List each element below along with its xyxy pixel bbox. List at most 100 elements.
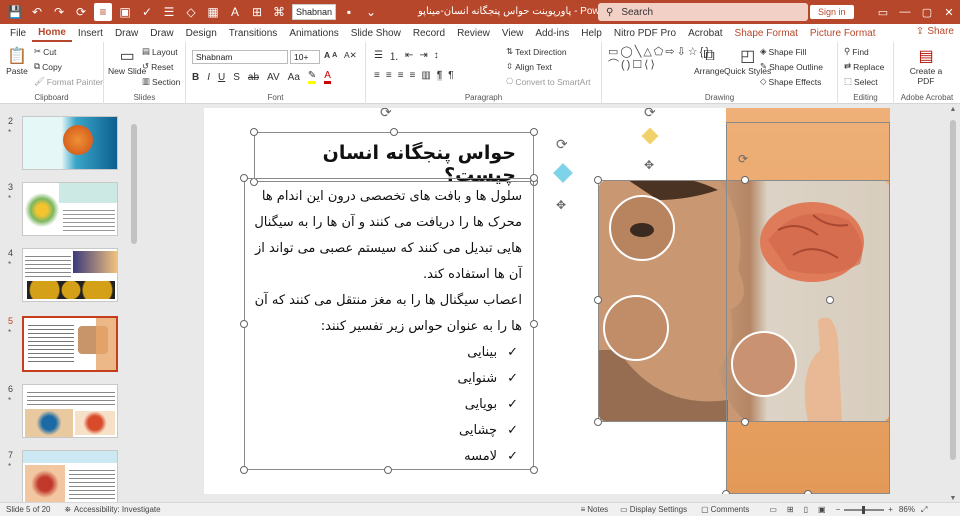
tab-record[interactable]: Record — [407, 24, 451, 42]
align-right-icon[interactable]: ≡ — [398, 70, 404, 81]
tab-insert[interactable]: Insert — [72, 24, 109, 42]
normal-view-icon[interactable]: ▭ — [769, 505, 777, 514]
justify-icon[interactable]: ≡ — [410, 70, 416, 81]
touch-mode-icon[interactable]: ☰ — [160, 3, 178, 21]
small-shape-diamond[interactable] — [641, 127, 659, 145]
replace-button[interactable]: ⇄ Replace — [844, 61, 884, 72]
comments-button[interactable]: ▢ Comments — [701, 505, 749, 514]
format-icon[interactable]: ⌘ — [270, 3, 288, 21]
display-settings-button[interactable]: ▭ Display Settings — [620, 505, 687, 514]
resize-handle[interactable] — [530, 466, 538, 474]
smartart-button[interactable]: ⎔ Convert to SmartArt — [506, 76, 591, 87]
thumbnail-scrollbar[interactable] — [130, 104, 138, 502]
copy-button[interactable]: ⧉ Copy — [34, 61, 62, 72]
text-direction-button[interactable]: ⇅ Text Direction — [506, 46, 567, 57]
layout-button[interactable]: ▤ Layout — [142, 46, 178, 57]
tab-picture-format[interactable]: Picture Format — [804, 24, 882, 42]
ltr-icon[interactable]: ¶ — [448, 70, 453, 81]
tab-help[interactable]: Help — [575, 24, 608, 42]
underline-icon[interactable]: U — [218, 72, 225, 83]
align-right-icon[interactable]: ≡ — [94, 3, 112, 21]
text-box-icon[interactable]: A — [226, 3, 244, 21]
font-size-dropdown[interactable]: 10+ — [290, 50, 320, 64]
arrange-button[interactable]: ⧉ Arrange — [694, 46, 724, 76]
scroll-down-icon[interactable]: ▼ — [948, 495, 958, 502]
slide-thumbnail-4[interactable] — [22, 248, 118, 302]
tab-add-ins[interactable]: Add-ins — [529, 24, 575, 42]
cut-button[interactable]: ✂ Cut — [34, 46, 56, 57]
tab-design[interactable]: Design — [180, 24, 223, 42]
slide-sorter-icon[interactable]: ⊞ — [787, 505, 794, 514]
zoom-out-icon[interactable]: − — [836, 505, 841, 514]
close-icon[interactable]: ✕ — [938, 0, 960, 24]
tab-draw-2[interactable]: Draw — [144, 24, 179, 42]
bold-icon[interactable]: B — [192, 72, 199, 83]
slide-thumbnail-7[interactable] — [22, 450, 118, 504]
shapes-gallery[interactable]: ▭◯╲△⬠⇨⇩☆{}⌒()☐⟨⟩ — [608, 46, 709, 84]
tab-animations[interactable]: Animations — [283, 24, 344, 42]
fit-to-window-icon[interactable]: ⤢ — [921, 505, 927, 515]
rotate-handle-icon[interactable]: ⟳ — [738, 152, 748, 166]
find-button[interactable]: ⚲ Find — [844, 46, 869, 57]
strikethrough-icon[interactable]: ab — [248, 72, 259, 83]
repeat-icon[interactable]: ⟳ — [72, 3, 90, 21]
case-icon[interactable]: Aa — [288, 72, 300, 83]
slide-thumbnail-6[interactable] — [22, 384, 118, 438]
redo-icon[interactable]: ↷ — [50, 3, 68, 21]
highlight-icon[interactable]: ✎ — [307, 70, 317, 84]
move-icon[interactable]: ✥ — [644, 158, 654, 172]
tab-view[interactable]: View — [496, 24, 530, 42]
slide-canvas[interactable]: ⟳ ⟳ ⟳ ⟳ ✥ ✥ حواس پنجگانه انسان چیست؟ سلو… — [204, 108, 890, 494]
spelling-icon[interactable]: ✓ — [138, 3, 156, 21]
shapes-icon[interactable]: ◇ — [182, 3, 200, 21]
slide-body[interactable]: سلول ها و بافت های تخصصی درون این اندام … — [244, 184, 522, 470]
tab-nitro[interactable]: Nitro PDF Pro — [608, 24, 682, 42]
tab-slide-show[interactable]: Slide Show — [345, 24, 407, 42]
tab-review[interactable]: Review — [451, 24, 496, 42]
columns-icon[interactable]: ▥ — [421, 70, 430, 81]
create-pdf-button[interactable]: ▤ Create a PDF — [904, 46, 948, 86]
numbering-icon[interactable]: ⒈ — [389, 48, 399, 63]
spacing-icon[interactable]: AV — [267, 72, 280, 83]
share-button[interactable]: ⇪ Share — [916, 26, 954, 37]
resize-handle[interactable] — [390, 128, 398, 136]
picture-icon[interactable]: ▦ — [204, 3, 222, 21]
shape-fill-button[interactable]: ◈ Shape Fill — [760, 46, 806, 57]
tab-draw[interactable]: Draw — [109, 24, 144, 42]
resize-handle[interactable] — [594, 176, 602, 184]
notes-button[interactable]: ≡ Notes — [581, 505, 609, 514]
format-painter-button[interactable]: 🖌 Format Painter — [34, 76, 103, 87]
rtl-icon[interactable]: ¶ — [436, 70, 443, 81]
bullets-icon[interactable]: ☰ — [374, 50, 383, 61]
resize-handle[interactable] — [240, 174, 248, 182]
move-icon[interactable]: ✥ — [556, 198, 566, 212]
qat-font-box[interactable]: Shabnan — [292, 4, 337, 20]
rotate-handle-icon[interactable]: ⟳ — [380, 108, 392, 121]
section-button[interactable]: ▥ Section — [142, 76, 180, 87]
scroll-up-icon[interactable]: ▲ — [948, 106, 958, 113]
table-icon[interactable]: ⊞ — [248, 3, 266, 21]
slide-thumbnail-5[interactable] — [22, 316, 118, 372]
tab-transitions[interactable]: Transitions — [223, 24, 284, 42]
resize-handle[interactable] — [722, 490, 730, 494]
maximize-icon[interactable]: ▢ — [916, 0, 938, 24]
resize-handle[interactable] — [804, 490, 812, 494]
zoom-level[interactable]: 86% — [899, 505, 915, 514]
search-box[interactable]: ⚲ Search — [598, 3, 808, 21]
save-icon[interactable]: 💾 — [6, 3, 24, 21]
shape-effects-button[interactable]: ◇ Shape Effects — [760, 76, 821, 87]
qat-more-icon[interactable]: ⌄ — [362, 3, 380, 21]
accessibility-status[interactable]: Accessibility: Investigate — [74, 505, 161, 514]
zoom-slider[interactable] — [844, 505, 885, 514]
resize-handle[interactable] — [594, 418, 602, 426]
zoom-in-icon[interactable]: + — [888, 505, 893, 514]
minimize-icon[interactable]: — — [894, 0, 916, 24]
new-slide-button[interactable]: ▭ New Slide — [108, 46, 146, 76]
slide-thumbnail-2[interactable] — [22, 116, 118, 170]
grow-font-icon[interactable]: AA — [324, 50, 337, 60]
resize-handle[interactable] — [530, 128, 538, 136]
resize-handle[interactable] — [594, 296, 602, 304]
small-shape-diamond[interactable] — [553, 163, 573, 183]
ribbon-display-icon[interactable]: ▭ — [872, 0, 894, 24]
scrollbar-thumb[interactable] — [131, 124, 137, 244]
